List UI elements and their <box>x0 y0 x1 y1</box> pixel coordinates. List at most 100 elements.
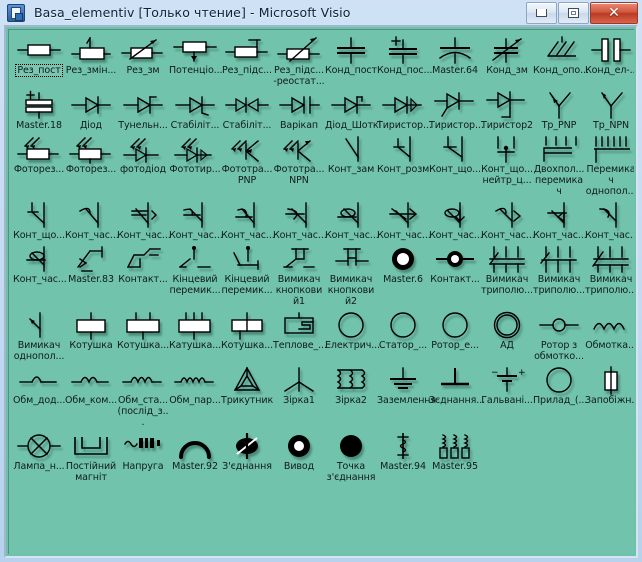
coil-split-icon[interactable] <box>222 310 272 340</box>
resistor-fixed-icon[interactable] <box>14 35 64 65</box>
stencil-shape-item[interactable]: Кінцевий перемик... <box>169 241 221 307</box>
stencil-shape-item[interactable]: − + Гальвані... <box>481 362 533 428</box>
stencil-shape-item[interactable]: Стабіліт... <box>169 87 221 131</box>
stencil-shape-item[interactable]: Обмотка... <box>585 307 634 362</box>
stencil-shape-item[interactable]: Фототра... NPN <box>273 131 325 197</box>
stencil-shape-item[interactable]: Фоторез... <box>65 131 117 197</box>
stencil-shape-item[interactable]: Конт_час... <box>169 197 223 241</box>
stencil-shape-item[interactable]: Точка з'єднання <box>325 428 377 483</box>
stencil-shape-item[interactable]: Master.6 <box>377 241 429 307</box>
stencil-shape-item[interactable]: Обм_ста... (послід_з... <box>117 362 169 428</box>
master95-icon[interactable] <box>430 431 480 461</box>
stencil-shape-item[interactable]: Конт_час... <box>65 197 119 241</box>
stencil-shape-item[interactable]: Master.64 <box>429 32 481 87</box>
battery-cell-icon[interactable]: − + <box>482 365 532 395</box>
transistor-npn-icon[interactable] <box>586 90 634 120</box>
stencil-shape-item[interactable]: Контакт... <box>429 241 481 307</box>
stencil-shape-item[interactable]: Зєднання... <box>429 362 485 428</box>
three-pole-switch-2-icon[interactable] <box>534 244 584 274</box>
stencil-shape-item[interactable]: Двохпол... перемикач <box>533 131 585 197</box>
stencil-shape-item[interactable]: Стабіліт... <box>221 87 273 131</box>
rheostat-icon[interactable] <box>274 35 324 65</box>
stencil-shape-item[interactable]: Котушка <box>65 307 117 362</box>
tunnel-diode-icon[interactable] <box>118 90 168 120</box>
capacitor-fixed-icon[interactable] <box>326 35 376 65</box>
capacitor-variable-icon[interactable] <box>482 35 532 65</box>
stencil-shape-item[interactable]: Конт_час... <box>533 197 587 241</box>
stencil-shape-item[interactable]: Вимикач кнопковий1 <box>273 241 325 307</box>
timed-contact-3-icon[interactable] <box>170 200 220 230</box>
master94-icon[interactable] <box>378 431 428 461</box>
timed-contact-10-icon[interactable] <box>534 200 584 230</box>
stencil-shape-item[interactable]: Котушка... <box>117 307 169 362</box>
stencil-shape-item[interactable]: Конт_час... <box>429 197 483 241</box>
stencil-shape-item[interactable]: Ротор з обмотко... <box>533 307 585 362</box>
contact-nc-icon[interactable] <box>378 134 428 164</box>
stencil-shape-item[interactable]: Кінцевий перемик... <box>221 241 273 307</box>
contact-master83-icon[interactable] <box>66 244 116 274</box>
stencil-shape-item[interactable]: Тр_NPN <box>585 87 634 131</box>
rotor-icon[interactable] <box>430 310 480 340</box>
capacitor-trimmer-icon[interactable] <box>534 35 584 65</box>
delta-connection-icon[interactable] <box>222 365 272 395</box>
timed-contact-11-icon[interactable] <box>586 200 634 230</box>
phototransistor-npn-icon[interactable] <box>274 134 324 164</box>
stencil-shape-item[interactable]: Запобіжн... <box>585 362 634 428</box>
contact-group-icon[interactable] <box>118 244 168 274</box>
wound-rotor-icon[interactable] <box>534 310 584 340</box>
stencil-shape-item[interactable]: Зірка2 <box>325 362 377 428</box>
coil-2-icon[interactable] <box>118 310 168 340</box>
stencil-shape-item[interactable]: Конт_що... нейтр_ц... <box>481 131 533 197</box>
timed-contact-9-icon[interactable] <box>482 200 532 230</box>
three-pole-switch-3-icon[interactable] <box>586 244 634 274</box>
stencil-shape-item[interactable]: З'єднання <box>221 428 273 483</box>
stencil-shape-item[interactable]: Фототра... PNP <box>221 131 273 197</box>
stencil-shape-item[interactable]: Конт_час... <box>273 197 327 241</box>
winding-add-icon[interactable] <box>14 365 64 395</box>
star-connection-2-icon[interactable] <box>326 365 376 395</box>
stencil-shape-item[interactable]: Статор_... <box>377 307 429 362</box>
capacitor-curved-icon[interactable] <box>430 35 480 65</box>
contact-changeover-2-icon[interactable] <box>14 200 64 230</box>
stencil-shape-item[interactable]: фотодіод <box>117 131 169 197</box>
stencil-shape-item[interactable]: Рез_підс... -реостат... <box>273 32 325 87</box>
stencil-shape-item[interactable]: Рез_зм <box>117 32 169 87</box>
resistor-adjustable-arrow-icon[interactable] <box>118 35 168 65</box>
timed-contact-12-icon[interactable] <box>14 244 64 274</box>
arc-jumper-icon[interactable] <box>170 431 220 461</box>
stencil-shape-item[interactable]: Заземлення <box>377 362 436 428</box>
stencil-shape-item[interactable]: Рез_пост <box>13 32 65 87</box>
stencil-shape-item[interactable]: Master.92 <box>169 428 221 483</box>
stator-icon[interactable] <box>378 310 428 340</box>
fuse-icon[interactable] <box>586 365 634 395</box>
stencil-shape-item[interactable]: Конд_пос... <box>377 32 432 87</box>
terminal-output-icon[interactable] <box>274 431 324 461</box>
maximize-button[interactable] <box>558 2 589 24</box>
stencil-shape-item[interactable]: АД <box>481 307 533 362</box>
stencil-shape-item[interactable]: Варікап <box>273 87 325 131</box>
stencil-shape-item[interactable]: Обм_пар... <box>169 362 221 428</box>
photoresistor-2-icon[interactable] <box>66 134 116 164</box>
stencil-shape-item[interactable]: Перемикач однопол... <box>585 131 634 197</box>
stencil-shape-item[interactable]: Ротор_е... <box>429 307 481 362</box>
permanent-magnet-icon[interactable] <box>66 431 116 461</box>
stencil-shape-item[interactable]: Конт_що... <box>13 197 65 241</box>
contact-changeover-icon[interactable] <box>430 134 480 164</box>
stencil-shape-item[interactable]: Конт_час... <box>377 197 431 241</box>
meter-circle-icon[interactable] <box>534 365 584 395</box>
thyristor-1-icon[interactable] <box>378 90 428 120</box>
stencil-shape-item[interactable]: Тиристор... <box>377 87 432 131</box>
timed-contact-4-icon[interactable] <box>222 200 272 230</box>
stencil-shape-item[interactable]: Котушка... <box>221 307 273 362</box>
three-pole-switch-1-icon[interactable] <box>482 244 532 274</box>
phototransistor-pnp-icon[interactable] <box>222 134 272 164</box>
stencil-shape-item[interactable]: Вимикач однопол... <box>13 307 65 362</box>
thyristor-gate-icon[interactable] <box>430 90 480 120</box>
zener-diode-icon[interactable] <box>170 90 220 120</box>
single-pole-multiway-switch-icon[interactable] <box>586 134 634 164</box>
timed-contact-1-icon[interactable] <box>66 200 116 230</box>
junction-dot-icon[interactable] <box>326 431 376 461</box>
stencil-shape-item[interactable]: Діод_Шоткі <box>325 87 381 131</box>
close-button[interactable]: ✕ <box>590 2 638 24</box>
schottky-diode-icon[interactable] <box>326 90 376 120</box>
